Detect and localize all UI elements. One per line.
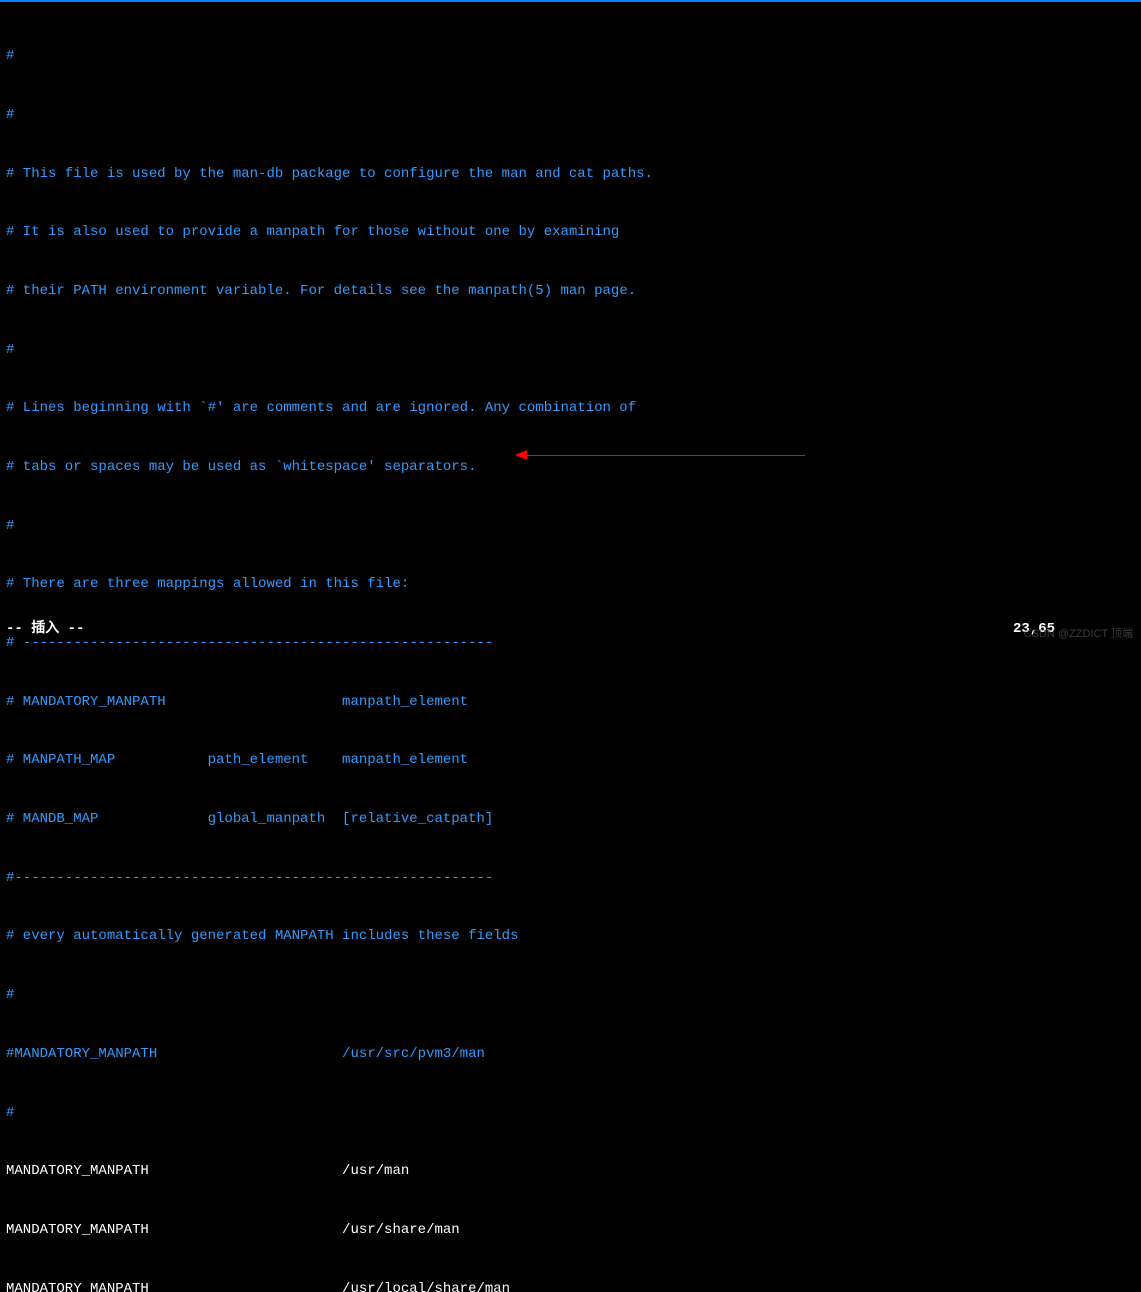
config-line: # [6,47,1135,67]
vim-mode-indicator: -- 插入 -- [6,620,84,640]
config-line: # [6,341,1135,361]
config-line: # There are three mappings allowed in th… [6,575,1135,595]
watermark-text: CSDN @ZZDICT 顶端 [1024,627,1133,642]
config-line: # MANPATH_MAP path_element manpath_eleme… [6,751,1135,771]
config-line: # their PATH environment variable. For d… [6,282,1135,302]
config-line: MANDATORY_MANPATH /usr/local/share/man [6,1280,1135,1292]
vim-status-bar: -- 插入 -- 23,65 [6,620,1135,640]
config-line: # Lines beginning with `#' are comments … [6,399,1135,419]
config-line: # [6,106,1135,126]
config-line: # MANDATORY_MANPATH manpath_element [6,693,1135,713]
config-line: # It is also used to provide a manpath f… [6,223,1135,243]
config-line: # MANDB_MAP global_manpath [relative_cat… [6,810,1135,830]
config-line: MANDATORY_MANPATH /usr/man [6,1162,1135,1182]
config-line: #---------------------------------------… [6,869,1135,889]
config-line: # [6,1104,1135,1124]
config-line: # tabs or spaces may be used as `whitesp… [6,458,1135,478]
config-line: MANDATORY_MANPATH /usr/share/man [6,1221,1135,1241]
config-line: # [6,986,1135,1006]
config-line: #MANDATORY_MANPATH /usr/src/pvm3/man [6,1045,1135,1065]
config-line: # This file is used by the man-db packag… [6,165,1135,185]
terminal-editor[interactable]: # # # This file is used by the man-db pa… [0,4,1141,1292]
config-line: # [6,517,1135,537]
config-line: # every automatically generated MANPATH … [6,928,1135,948]
